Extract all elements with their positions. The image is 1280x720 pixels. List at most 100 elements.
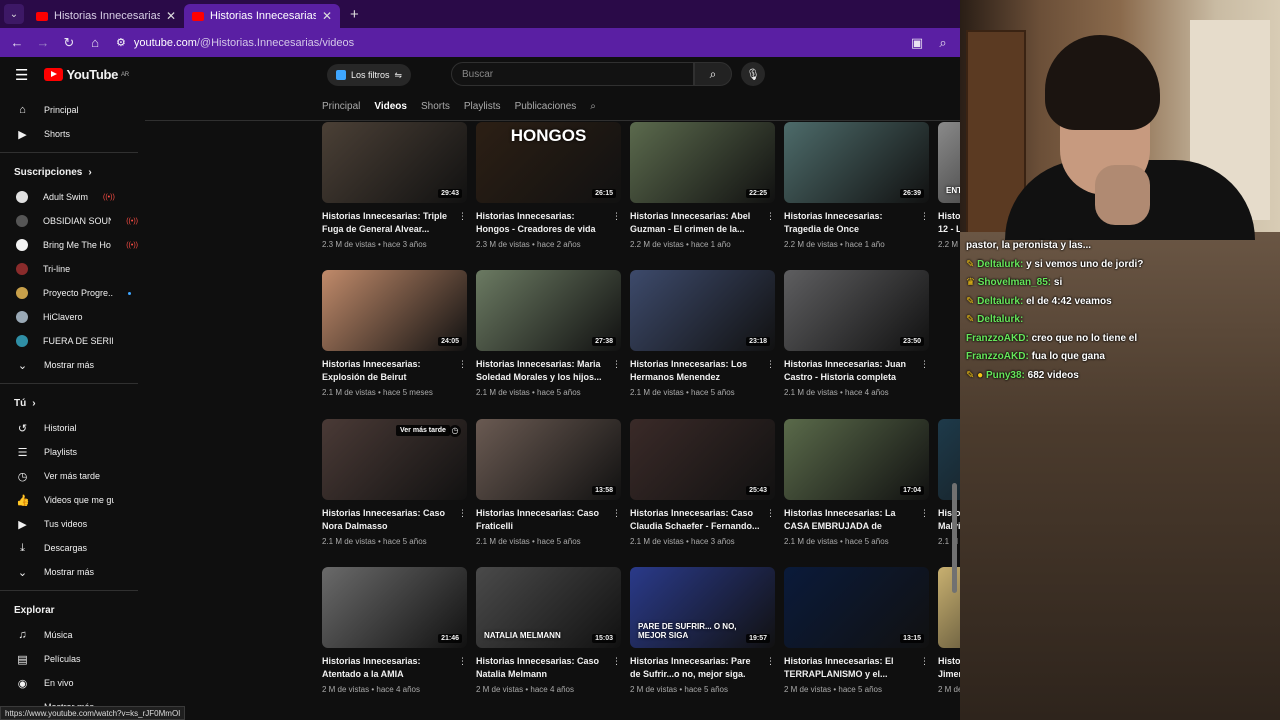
more-options-icon[interactable]: ⋮ bbox=[920, 656, 929, 667]
video-title[interactable]: Historias Innecesarias: Los Hermanos Men… bbox=[630, 358, 760, 384]
video-thumbnail[interactable]: 23:18 bbox=[630, 270, 775, 351]
sidebar-item-explore-0[interactable]: ♫ Música bbox=[0, 623, 138, 647]
tab-playlists[interactable]: Playlists bbox=[464, 101, 501, 112]
more-options-icon[interactable]: ⋮ bbox=[458, 211, 467, 222]
sidebar-item-you-1[interactable]: ☰ Playlists bbox=[0, 440, 138, 464]
forward-icon[interactable]: → bbox=[32, 32, 54, 54]
back-icon[interactable]: ← bbox=[6, 32, 28, 54]
sidebar-item-you-4[interactable]: ▶ Tus videos bbox=[0, 512, 138, 536]
search-icon[interactable]: ⌕ bbox=[694, 62, 732, 86]
video-thumbnail[interactable]: 22:25 bbox=[630, 122, 775, 203]
video-title[interactable]: Historias Innecesarias: Caso Nora Dalmas… bbox=[322, 507, 452, 533]
sidebar-subscription[interactable]: HiClavero bbox=[0, 305, 138, 329]
subscriptions-header[interactable]: Suscripciones › bbox=[0, 159, 138, 185]
video-thumbnail[interactable]: 24:05 bbox=[322, 270, 467, 351]
video-thumbnail[interactable]: NATALIA MELMANN 15:03 bbox=[476, 567, 621, 648]
more-options-icon[interactable]: ⋮ bbox=[612, 211, 621, 222]
sidebar-item-you-0[interactable]: ↺ Historial bbox=[0, 416, 138, 440]
video-thumbnail[interactable]: 17:04 bbox=[784, 419, 929, 500]
more-options-icon[interactable]: ⋮ bbox=[920, 211, 929, 222]
screenshot-icon[interactable]: ▣ bbox=[906, 32, 928, 54]
home-icon[interactable]: ⌂ bbox=[84, 32, 106, 54]
video-thumbnail[interactable]: 13:58 bbox=[476, 419, 621, 500]
video-thumbnail[interactable]: 21:46 bbox=[322, 567, 467, 648]
close-tab-icon[interactable]: ✕ bbox=[166, 9, 176, 23]
video-thumbnail[interactable]: Ver más tarde ◷ bbox=[322, 419, 467, 500]
search-input[interactable]: Buscar bbox=[451, 62, 694, 86]
sidebar-item-you-2[interactable]: ◷ Ver más tarde bbox=[0, 464, 138, 488]
browser-tab-1[interactable]: Historias Innecesarias: Robo al N ✕ bbox=[28, 4, 184, 28]
video-title[interactable]: Historias Innecesarias: Pare de Sufrir..… bbox=[630, 655, 760, 681]
video-title[interactable]: Historias Innecesarias: El TERRAPLANISMO… bbox=[784, 655, 914, 681]
video-title[interactable]: Historias Innecesarias: La CASA EMBRUJAD… bbox=[784, 507, 914, 533]
channel-search-icon[interactable]: ⌕ bbox=[590, 101, 596, 112]
sidebar-subscription[interactable]: OBSIDIAN SOUN...((•)) bbox=[0, 209, 138, 233]
youtube-logo[interactable]: YouTube AR bbox=[44, 67, 129, 82]
you-header[interactable]: Tú › bbox=[0, 390, 138, 416]
more-options-icon[interactable]: ⋮ bbox=[766, 508, 775, 519]
video-title[interactable]: Historias Innecesarias: Caso Jimena Hern… bbox=[938, 655, 960, 681]
more-options-icon[interactable]: ⋮ bbox=[766, 211, 775, 222]
tab-videos[interactable]: Videos bbox=[374, 101, 407, 112]
video-title[interactable]: Historias Innecesarias: Atentado a la AM… bbox=[322, 655, 452, 681]
video-title[interactable]: Historias Innecesarias: Puerta 12 - La m… bbox=[938, 210, 960, 236]
video-title[interactable]: Historias Innecesarias: Caso Fraticelli bbox=[476, 507, 606, 533]
subs-show-more[interactable]: ⌄ Mostrar más bbox=[0, 353, 138, 377]
video-title[interactable]: Historias Innecesarias: Maria Soledad Mo… bbox=[476, 358, 606, 384]
video-title[interactable]: Historias Innecesarias: Abel Guzman - El… bbox=[630, 210, 760, 236]
more-options-icon[interactable]: ⋮ bbox=[612, 656, 621, 667]
tab-principal[interactable]: Principal bbox=[322, 101, 360, 112]
you-show-more[interactable]: ⌄ Mostrar más bbox=[0, 560, 138, 584]
more-options-icon[interactable]: ⋮ bbox=[458, 508, 467, 519]
watch-later-icon[interactable]: ◷ bbox=[449, 425, 461, 437]
video-thumbnail[interactable]: 23:50 bbox=[784, 270, 929, 351]
video-thumbnail[interactable]: 25:43 bbox=[630, 419, 775, 500]
reload-icon[interactable]: ↻ bbox=[58, 32, 80, 54]
sidebar-subscription[interactable]: Bring Me The Ho... ((•)) bbox=[0, 233, 138, 257]
browser-tab-2[interactable]: Historias Innecesarias - YouTube ✕ bbox=[184, 4, 340, 28]
sidebar-subscription[interactable]: Proyecto Progre... bbox=[0, 281, 138, 305]
video-thumbnail[interactable]: 27:38 bbox=[476, 270, 621, 351]
sidebar-subscription[interactable]: Tri-line bbox=[0, 257, 138, 281]
video-title[interactable]: Historias Innecesarias: Caso Claudia Sch… bbox=[630, 507, 760, 533]
sidebar-subscription[interactable]: Adult Swim ((•)) bbox=[0, 185, 138, 209]
video-title[interactable]: Historias Innecesarias: Explosión de Bei… bbox=[322, 358, 452, 384]
video-thumbnail[interactable]: 26:39 bbox=[784, 122, 929, 203]
tab-list-button[interactable]: ⌄ bbox=[4, 4, 24, 24]
close-tab-icon[interactable]: ✕ bbox=[322, 9, 332, 23]
more-options-icon[interactable]: ⋮ bbox=[920, 508, 929, 519]
tab-shorts[interactable]: Shorts bbox=[421, 101, 450, 112]
filters-button[interactable]: Los filtros ⇋ bbox=[327, 64, 412, 86]
sidebar-item-explore-1[interactable]: ▤ Películas bbox=[0, 647, 138, 671]
video-title[interactable]: Historias Innecesarias: Juan Castro - Hi… bbox=[784, 358, 914, 384]
video-title[interactable]: Historias Innecesarias: Tragedia de Once bbox=[784, 210, 914, 236]
url-field[interactable]: ⚙ youtube.com/@Historias.Innecesarias/vi… bbox=[110, 32, 902, 54]
scrollbar[interactable] bbox=[952, 483, 957, 593]
video-thumbnail[interactable]: ENTRADA14:58 bbox=[938, 122, 960, 203]
microphone-icon[interactable]: 🎙 bbox=[741, 62, 765, 86]
video-thumbnail[interactable]: 29:43 bbox=[322, 122, 467, 203]
video-title[interactable]: Historias Innecesarias: Caso Natalia Mel… bbox=[476, 655, 606, 681]
menu-icon[interactable]: ☰ bbox=[15, 66, 28, 84]
zoom-icon[interactable]: ⌕ bbox=[932, 32, 954, 54]
video-thumbnail[interactable]: HONGOS 26:15 bbox=[476, 122, 621, 203]
video-title[interactable]: Historias Innecesarias: Hongos - Creador… bbox=[476, 210, 606, 236]
video-title[interactable]: Historias Innecesarias: Triple Fuga de G… bbox=[322, 210, 452, 236]
sidebar-item-you-5[interactable]: ⤓ Descargas bbox=[0, 536, 138, 560]
sidebar-item-explore-2[interactable]: ◉ En vivo bbox=[0, 671, 138, 695]
more-options-icon[interactable]: ⋮ bbox=[766, 359, 775, 370]
more-options-icon[interactable]: ⋮ bbox=[612, 508, 621, 519]
sidebar-subscription[interactable]: FUERA DE SERIE bbox=[0, 329, 138, 353]
sidebar-item-main-0[interactable]: ⌂ Principal bbox=[0, 98, 138, 122]
more-options-icon[interactable]: ⋮ bbox=[458, 656, 467, 667]
sidebar-item-you-3[interactable]: 👍Videos que me gus... bbox=[0, 488, 138, 512]
new-tab-button[interactable]: + bbox=[350, 6, 359, 23]
tab-publicaciones[interactable]: Publicaciones bbox=[515, 101, 577, 112]
video-thumbnail[interactable]: 13:15 bbox=[784, 567, 929, 648]
more-options-icon[interactable]: ⋮ bbox=[766, 656, 775, 667]
site-info-icon[interactable]: ⚙ bbox=[116, 36, 126, 49]
sidebar-item-main-1[interactable]: ▶ Shorts bbox=[0, 122, 138, 146]
more-options-icon[interactable]: ⋮ bbox=[458, 359, 467, 370]
more-options-icon[interactable]: ⋮ bbox=[920, 359, 929, 370]
video-thumbnail[interactable]: PARE DE SUFRIR... O NO, MEJOR SIGA 19:57 bbox=[630, 567, 775, 648]
